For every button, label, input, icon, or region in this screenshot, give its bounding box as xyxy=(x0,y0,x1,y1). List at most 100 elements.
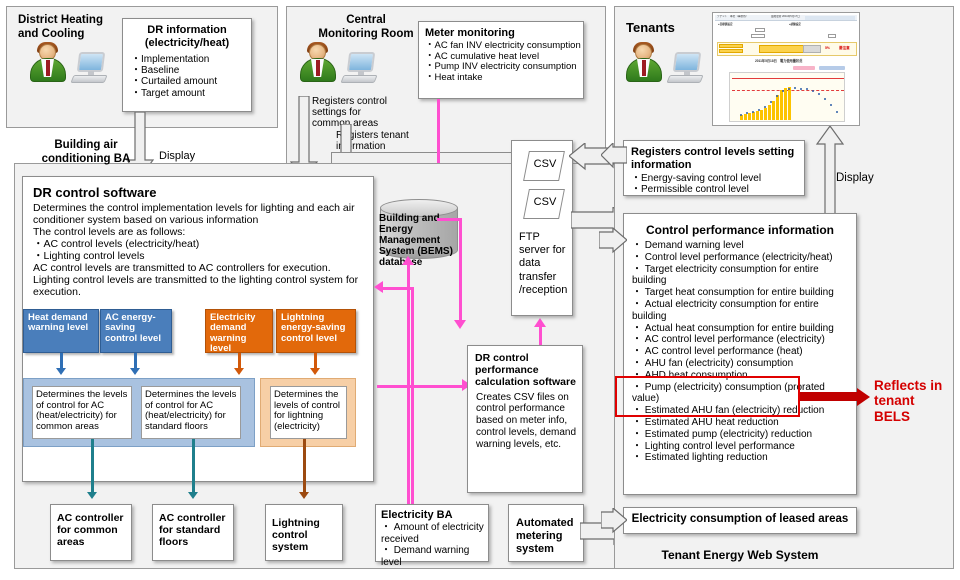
list-item: ・ AC control level performance (electric… xyxy=(632,334,825,346)
arrow-into-leased-areas xyxy=(601,508,627,534)
dashboard-section-2: ●試験設定 xyxy=(789,23,801,26)
automated-metering-label: Automated metering system xyxy=(516,517,574,555)
computer-icon xyxy=(666,52,704,86)
dr-perf-calc-body: Creates CSV files on control performance… xyxy=(476,391,577,450)
dashboard-chart-title: 2011年5月18日 電力使用量状況 xyxy=(755,59,803,63)
list-item: ・ Amount of electricity received xyxy=(381,522,484,545)
list-item: ・ Target heat consumption for entire bui… xyxy=(632,287,834,299)
person-icon xyxy=(626,42,666,86)
arrowhead-ac-common xyxy=(87,492,97,499)
list-item: ・Energy-saving control level xyxy=(631,172,762,184)
building-ba-label: Building air conditioning BA xyxy=(41,139,131,165)
level-box-heat-demand: Heat demand warning level xyxy=(23,309,99,353)
pink-arrowhead-up-ftp xyxy=(534,318,546,327)
meter-monitoring-box: Meter monitoring ・AC fan INV electricity… xyxy=(418,21,584,99)
arrowhead-electricity-demand xyxy=(234,368,244,375)
dashboard-legend-1 xyxy=(793,66,815,70)
list-item: ・ Control level performance (electricity… xyxy=(632,251,833,263)
pink-line-bems-right-down xyxy=(459,218,462,322)
connector-to-ac-common xyxy=(91,439,94,495)
registers-control-levels-items: ・Energy-saving control level ・Permissibl… xyxy=(624,173,804,196)
list-item: ・ Estimated lighting reduction xyxy=(632,452,768,464)
arrow-registers-to-left xyxy=(601,143,627,169)
connector-to-lightning xyxy=(303,439,306,495)
automated-metering-box: Automated metering system xyxy=(508,504,584,562)
tenants-label: Tenants xyxy=(626,20,675,35)
determiner-standard-floors: Determines the levels of control for AC … xyxy=(141,386,241,439)
pink-arrowhead-to-drperf xyxy=(454,320,466,329)
dashboard-screen: テナント 本社（事務所） 最終更新 2011年5月17日 ●目標値設定 ●試験設… xyxy=(715,15,857,123)
bels-arrow-shaft xyxy=(800,392,858,401)
dr-control-software-body: Determines the control implementation le… xyxy=(33,202,359,298)
determiner-common-areas: Determines the levels of control for AC … xyxy=(32,386,132,439)
pink-arrowhead-up-bems xyxy=(402,256,414,265)
list-item: ・ Estimated AHU heat reduction xyxy=(632,416,779,428)
person-icon xyxy=(30,42,70,86)
arrowhead-ac-standard xyxy=(188,492,198,499)
dashboard-badge-1 xyxy=(719,44,743,48)
electricity-ba-title: Electricity BA xyxy=(381,509,453,521)
pink-arrowhead-left-dr xyxy=(374,281,383,293)
ac-controller-standard-box: AC controller for standard floors xyxy=(152,504,234,561)
pink-line-branch-v xyxy=(411,287,414,508)
dashboard-percent-value: 5% xyxy=(825,46,830,50)
computer-icon xyxy=(340,52,378,86)
registers-control-levels-title: Registers control levels setting informa… xyxy=(631,146,795,171)
computer-icon xyxy=(70,52,108,86)
arrowhead-heat-demand xyxy=(56,368,66,375)
electricity-ba-items: ・ Amount of electricity received ・ Deman… xyxy=(376,522,488,568)
central-monitoring-label: Central Monitoring Room xyxy=(318,14,414,40)
dashboard-section-1: ●目標値設定 xyxy=(718,23,733,26)
person-icon xyxy=(300,42,340,86)
leased-areas-box: Electricity consumption of leased areas xyxy=(623,507,857,534)
electricity-ba-box: Electricity BA ・ Amount of electricity r… xyxy=(375,504,489,568)
level-box-ac-energy-saving: AC energy-saving control level xyxy=(100,309,172,353)
meter-monitoring-items: ・AC fan INV electricity consumption ・AC … xyxy=(419,40,583,84)
dashboard-badge-2 xyxy=(719,49,743,53)
level-box-electricity-demand: Electricity demand warning level xyxy=(205,309,273,354)
dr-information-items: ・Implementation ・Baseline ・Curtailed amo… xyxy=(123,50,251,99)
dashboard-header-right: 最終更新 2011年5月17日 xyxy=(771,15,800,18)
control-performance-items: ・ Demand warning level ・ Control level p… xyxy=(624,240,856,464)
chart-limit-line xyxy=(732,78,844,79)
level-box-lightning-energy-saving: Lightning energy-saving control level xyxy=(276,309,356,353)
list-item: ・ AC control level performance (heat) xyxy=(632,346,803,358)
lightning-control-system-box: Lightning control system xyxy=(265,504,343,561)
display-label-left: Display xyxy=(159,150,196,162)
list-item: ・ Lighting control level performance xyxy=(632,440,795,452)
registers-control-levels-box: Registers control levels setting informa… xyxy=(623,140,805,196)
dr-perf-calc-box: DR control performance calculation softw… xyxy=(467,345,583,493)
dashboard-toolbar-chip xyxy=(805,16,855,20)
list-item: ・ Target electricity consumption for ent… xyxy=(632,263,819,287)
dashboard-input-1 xyxy=(755,28,765,32)
bels-callout-label: Reflects in tenant BELS xyxy=(874,378,943,424)
list-item: ・ Demand warning level xyxy=(632,240,744,251)
dashboard-input-2 xyxy=(751,34,765,38)
arrowhead-ac-energy xyxy=(130,368,140,375)
ftp-server-label: FTP server for data transfer /reception xyxy=(519,231,568,296)
ac-controller-common-box: AC controller for common areas xyxy=(50,504,132,561)
csv-label-1: CSV xyxy=(533,158,557,170)
ac-controller-common-label: AC controller for common areas xyxy=(57,512,124,549)
ac-controller-standard-label: AC controller for standard floors xyxy=(159,512,226,549)
dashboard-legend-2 xyxy=(819,66,845,70)
pink-line-to-dr-software xyxy=(383,287,413,290)
registers-control-settings-label: Registers control settings for common ar… xyxy=(312,96,388,130)
csv-label-2: CSV xyxy=(533,196,557,208)
csv-file-icon: CSV xyxy=(523,151,565,181)
pink-line-bems-right-top xyxy=(437,218,461,221)
bems-database-label: Building and Energy Management System (B… xyxy=(379,213,453,268)
dashboard-input-3 xyxy=(828,34,836,38)
ftp-server-box: CSV CSV FTP server for data transfer /re… xyxy=(511,140,573,316)
dashboard-gauge-tail xyxy=(803,45,821,53)
leased-areas-label: Electricity consumption of leased areas xyxy=(631,513,849,525)
dr-information-title: DR information (electricity/heat) xyxy=(144,24,230,49)
list-item: ・ Actual electricity consumption for ent… xyxy=(632,298,819,322)
dr-information-box: DR information (electricity/heat) ・Imple… xyxy=(122,18,252,112)
list-item: ・Target amount xyxy=(131,87,205,99)
meter-monitoring-title: Meter monitoring xyxy=(425,27,515,39)
dr-control-software-title: DR control software xyxy=(33,185,157,200)
arrow-into-control-performance xyxy=(599,228,627,254)
district-heating-label: District Heating and Cooling xyxy=(18,14,103,40)
connector-to-ac-standard xyxy=(192,439,195,495)
